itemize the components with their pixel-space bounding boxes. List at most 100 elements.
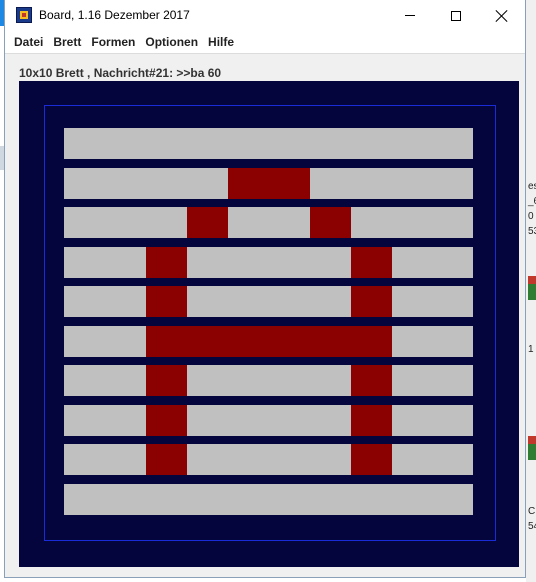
board-cell[interactable] bbox=[187, 286, 228, 317]
board-cell[interactable] bbox=[187, 128, 228, 159]
board-cell[interactable] bbox=[146, 128, 187, 159]
board-cell[interactable] bbox=[146, 484, 187, 515]
board-cell[interactable] bbox=[351, 168, 392, 199]
board-cell[interactable] bbox=[105, 444, 146, 475]
board-cell[interactable] bbox=[432, 168, 473, 199]
board-cell[interactable] bbox=[228, 286, 269, 317]
board-cell[interactable] bbox=[228, 207, 269, 238]
board-grid[interactable] bbox=[64, 128, 473, 516]
board-cell-filled[interactable] bbox=[146, 444, 187, 475]
board-cell[interactable] bbox=[432, 128, 473, 159]
board-cell[interactable] bbox=[392, 444, 433, 475]
board-cell-filled[interactable] bbox=[146, 247, 187, 278]
board-cell-filled[interactable] bbox=[146, 405, 187, 436]
board-cell[interactable] bbox=[351, 484, 392, 515]
board-cell[interactable] bbox=[310, 484, 351, 515]
menu-formen[interactable]: Formen bbox=[86, 35, 140, 49]
board-cell[interactable] bbox=[269, 405, 310, 436]
app-icon[interactable] bbox=[16, 7, 32, 23]
board-cell[interactable] bbox=[64, 365, 105, 396]
board-cell[interactable] bbox=[146, 168, 187, 199]
board-cell[interactable] bbox=[64, 444, 105, 475]
game-board[interactable] bbox=[19, 81, 519, 567]
board-cell-filled[interactable] bbox=[351, 365, 392, 396]
board-cell[interactable] bbox=[64, 247, 105, 278]
board-cell-filled[interactable] bbox=[351, 444, 392, 475]
board-cell[interactable] bbox=[269, 128, 310, 159]
board-cell[interactable] bbox=[187, 484, 228, 515]
menu-optionen[interactable]: Optionen bbox=[140, 35, 203, 49]
board-cell[interactable] bbox=[105, 365, 146, 396]
board-cell-filled[interactable] bbox=[351, 405, 392, 436]
menu-hilfe[interactable]: Hilfe bbox=[203, 35, 239, 49]
board-cell[interactable] bbox=[310, 128, 351, 159]
board-cell[interactable] bbox=[310, 444, 351, 475]
board-cell[interactable] bbox=[64, 326, 105, 357]
board-cell[interactable] bbox=[432, 484, 473, 515]
maximize-button[interactable] bbox=[433, 0, 479, 31]
board-cell[interactable] bbox=[432, 326, 473, 357]
title-bar[interactable]: Board, 1.16 Dezember 2017 bbox=[5, 0, 525, 31]
board-cell-filled[interactable] bbox=[146, 365, 187, 396]
board-cell[interactable] bbox=[64, 168, 105, 199]
board-cell[interactable] bbox=[432, 207, 473, 238]
board-cell[interactable] bbox=[392, 326, 433, 357]
board-cell[interactable] bbox=[105, 247, 146, 278]
board-cell[interactable] bbox=[187, 444, 228, 475]
board-cell-filled[interactable] bbox=[310, 326, 351, 357]
board-cell[interactable] bbox=[105, 168, 146, 199]
board-cell-filled[interactable] bbox=[228, 326, 269, 357]
board-cell-filled[interactable] bbox=[310, 207, 351, 238]
board-cell-filled[interactable] bbox=[146, 286, 187, 317]
board-cell[interactable] bbox=[187, 168, 228, 199]
board-cell-filled[interactable] bbox=[187, 207, 228, 238]
board-cell-filled[interactable] bbox=[269, 168, 310, 199]
board-cell[interactable] bbox=[392, 168, 433, 199]
board-cell[interactable] bbox=[187, 365, 228, 396]
board-cell[interactable] bbox=[105, 405, 146, 436]
board-cell[interactable] bbox=[64, 484, 105, 515]
board-cell[interactable] bbox=[392, 247, 433, 278]
board-cell[interactable] bbox=[105, 128, 146, 159]
board-cell-filled[interactable] bbox=[351, 247, 392, 278]
board-cell[interactable] bbox=[64, 207, 105, 238]
board-cell[interactable] bbox=[351, 207, 392, 238]
minimize-button[interactable] bbox=[387, 0, 433, 31]
board-cell-filled[interactable] bbox=[187, 326, 228, 357]
board-cell[interactable] bbox=[105, 484, 146, 515]
board-cell[interactable] bbox=[269, 247, 310, 278]
board-cell[interactable] bbox=[432, 444, 473, 475]
board-cell[interactable] bbox=[228, 444, 269, 475]
board-cell[interactable] bbox=[432, 405, 473, 436]
board-cell[interactable] bbox=[392, 128, 433, 159]
board-cell[interactable] bbox=[228, 128, 269, 159]
board-cell[interactable] bbox=[105, 286, 146, 317]
board-cell[interactable] bbox=[228, 405, 269, 436]
board-cell[interactable] bbox=[269, 207, 310, 238]
board-cell[interactable] bbox=[432, 365, 473, 396]
board-cell[interactable] bbox=[228, 247, 269, 278]
board-cell[interactable] bbox=[310, 168, 351, 199]
board-cell[interactable] bbox=[310, 365, 351, 396]
board-cell[interactable] bbox=[105, 326, 146, 357]
board-cell[interactable] bbox=[187, 405, 228, 436]
menu-brett[interactable]: Brett bbox=[48, 35, 86, 49]
board-cell[interactable] bbox=[187, 247, 228, 278]
board-cell[interactable] bbox=[432, 286, 473, 317]
board-cell[interactable] bbox=[228, 484, 269, 515]
board-cell[interactable] bbox=[269, 286, 310, 317]
board-cell[interactable] bbox=[269, 484, 310, 515]
board-cell[interactable] bbox=[392, 405, 433, 436]
board-cell-filled[interactable] bbox=[351, 326, 392, 357]
board-cell[interactable] bbox=[392, 365, 433, 396]
board-cell[interactable] bbox=[64, 286, 105, 317]
board-cell[interactable] bbox=[64, 405, 105, 436]
board-cell[interactable] bbox=[269, 365, 310, 396]
board-cell-filled[interactable] bbox=[269, 326, 310, 357]
board-cell[interactable] bbox=[310, 405, 351, 436]
board-cell-filled[interactable] bbox=[146, 326, 187, 357]
board-cell[interactable] bbox=[146, 207, 187, 238]
board-cell[interactable] bbox=[392, 286, 433, 317]
board-cell[interactable] bbox=[310, 286, 351, 317]
board-cell[interactable] bbox=[105, 207, 146, 238]
